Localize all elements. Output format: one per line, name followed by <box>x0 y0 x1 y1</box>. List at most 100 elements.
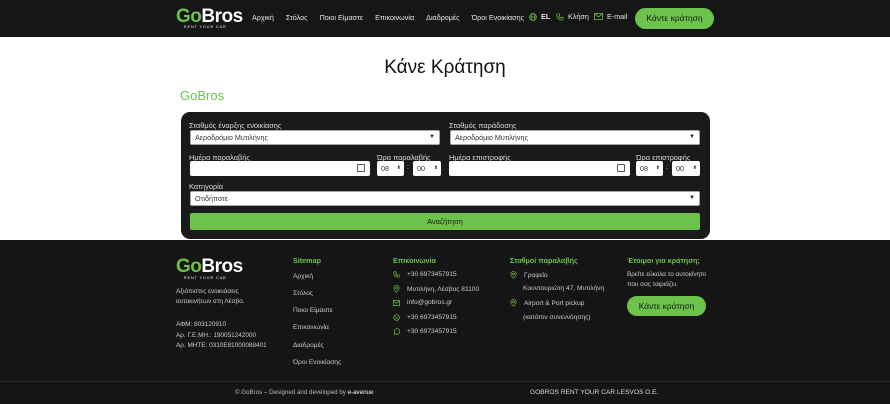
ready-text: Βρείτε εύκολα το αυτοκίνητο που σας ταιρ… <box>627 270 706 289</box>
footer-logo[interactable]: GoBros RENT YOUR CAR <box>176 257 243 280</box>
return-hour-value: 08 <box>640 164 648 173</box>
footer-link-fleet[interactable]: Στόλος <box>293 290 313 297</box>
nav-item-home[interactable]: Αρχική <box>252 13 274 22</box>
location-icon <box>393 285 400 293</box>
station-office: Γραφείο <box>510 271 548 279</box>
pickup-minute-value: 00 <box>417 164 425 173</box>
footer-link-contact[interactable]: Επικοινωνία <box>293 324 329 331</box>
afm-text: ΑΦΜ: 803120910 <box>176 321 227 328</box>
globe-icon <box>529 12 537 21</box>
top-header: GoBros RENT YOUR CAR Αρχική Στόλος Ποιοι… <box>0 0 890 37</box>
language-switcher[interactable]: EL <box>529 12 550 21</box>
contact-viber-text: +30 6973457915 <box>407 314 457 321</box>
nav-item-routes[interactable]: Διαδρομές <box>426 13 459 22</box>
main-nav: Αρχική Στόλος Ποιοι Είμαστε Επικοινωνία … <box>252 13 536 22</box>
return-hour-select[interactable]: 08 ⬍ <box>636 161 663 176</box>
brand-heading: GoBros <box>180 88 225 103</box>
pickup-station-select[interactable]: Αεροδρόμιο Μυτιλήνης ▼ <box>190 130 440 145</box>
site-logo[interactable]: GoBros RENT YOUR CAR <box>176 7 243 31</box>
return-minute-value: 00 <box>676 164 684 173</box>
gemi-text: Αρ. Γ.Ε.ΜΗ.: 190051242000 <box>176 331 256 339</box>
contact-whatsapp[interactable]: +30 6973457915 <box>393 328 457 335</box>
book-now-button[interactable]: Κάντε κράτηση <box>635 8 714 29</box>
site-footer <box>0 240 890 404</box>
dropoff-station-label: Σταθμός παράδοσης <box>449 121 517 130</box>
footer-link-about[interactable]: Ποιοι Είμαστε <box>293 307 333 314</box>
category-label: Κατηγορία <box>189 182 224 191</box>
calendar-icon <box>617 164 625 172</box>
language-label: EL <box>541 12 551 21</box>
return-date-input[interactable] <box>449 161 630 176</box>
logo-text-go: Go <box>176 6 202 27</box>
time-separator: : <box>666 164 668 171</box>
updown-icon: ⬍ <box>692 165 697 171</box>
developer-link[interactable]: e-avenue <box>348 389 374 396</box>
dropoff-station-value: Αεροδρόμιο Μυτιλήνης <box>455 133 528 142</box>
footer-link-home[interactable]: Αρχική <box>293 273 313 280</box>
call-label: Κλήση <box>568 12 589 21</box>
email-link[interactable]: E-mail <box>594 12 627 21</box>
location-icon <box>510 299 517 307</box>
chevron-down-icon: ▼ <box>689 134 695 140</box>
dropoff-station-select[interactable]: Αεροδρόμιο Μυτιλήνης ▼ <box>450 130 700 145</box>
chevron-down-icon: ▼ <box>429 134 435 140</box>
mail-icon <box>594 13 603 20</box>
company-registration: ΑΦΜ: 803120910 Αρ. Γ.Ε.ΜΗ.: 190051242000… <box>176 320 267 352</box>
location-icon <box>510 271 517 279</box>
contact-location-text: Μυτιλήνη, Λέσβος 81100 <box>407 285 480 293</box>
footer-description-line: Αξιόπιστες ενοικιάσεις <box>176 288 239 295</box>
station-office-address: Κουντουριώτη 47, Μυτιλήνη <box>523 285 605 292</box>
footer-divider <box>0 381 890 382</box>
footer-description-line: αυτοκινήτων στη Λέσβο. <box>176 297 245 305</box>
pickup-hour-value: 08 <box>381 164 389 173</box>
contact-whatsapp-text: +30 6973457915 <box>407 328 457 335</box>
pickup-minute-select[interactable]: 00 ⬍ <box>413 161 441 176</box>
phone-icon <box>556 12 564 21</box>
footer-book-now-button[interactable]: Κάντε κράτηση <box>627 296 706 316</box>
footer-description: Αξιόπιστες ενοικιάσεις αυτοκινήτων στη Λ… <box>176 287 244 306</box>
viber-icon <box>393 314 400 321</box>
return-minute-select[interactable]: 00 ⬍ <box>672 161 700 176</box>
contact-email-text: info@gobros.gr <box>407 299 453 306</box>
station-airport: Airport & Port pickup <box>510 299 584 307</box>
time-separator: : <box>407 164 409 171</box>
contact-email[interactable]: info@gobros.gr <box>393 299 452 306</box>
nav-item-about[interactable]: Ποιοι Είμαστε <box>320 13 364 22</box>
nav-item-terms[interactable]: Όροι Ενοικίασης <box>472 13 524 22</box>
sitemap-heading: Sitemap <box>293 256 321 265</box>
copyright-prefix: © GoBros – Designed and developed by <box>235 389 346 396</box>
phone-icon <box>393 271 400 278</box>
call-link[interactable]: Κλήση <box>556 12 589 21</box>
copyright-text: © GoBros – Designed and developed by e-a… <box>235 389 373 396</box>
pickup-station-value: Αεροδρόμιο Μυτιλήνης <box>195 133 268 142</box>
footer-link-terms[interactable]: Όροι Ενοικίασης <box>293 359 341 366</box>
category-value: Οτιδήποτε <box>195 194 228 203</box>
updown-icon: ⬍ <box>655 165 660 171</box>
footer-logo-text-bros: Bros <box>201 256 243 277</box>
mhte-text: Αρ. ΜΗΤΕ: 0310Ε81000088401 <box>176 342 267 349</box>
pickup-station-label: Σταθμός έναρξης ενοικίασης <box>189 121 282 130</box>
nav-item-fleet[interactable]: Στόλος <box>286 13 308 22</box>
company-name: GOBROS RENT YOUR CAR LESVOS O.E. <box>530 389 659 396</box>
footer-logo-text-go: Go <box>176 256 202 277</box>
mail-icon <box>393 299 400 306</box>
station-office-title: Γραφείο <box>524 271 548 279</box>
search-button[interactable]: Αναζήτηση <box>190 213 700 230</box>
calendar-icon <box>357 164 365 172</box>
contact-phone[interactable]: +30 6973457915 <box>393 271 457 278</box>
contact-heading: Επικοινωνία <box>393 256 436 265</box>
contact-viber[interactable]: +30 6973457915 <box>393 314 457 321</box>
footer-link-routes[interactable]: Διαδρομές <box>293 342 324 349</box>
category-select[interactable]: Οτιδήποτε ▼ <box>190 191 700 206</box>
contact-phone-text: +30 6973457915 <box>407 271 457 278</box>
stations-heading: Σταθμοί παραλαβής <box>510 256 578 265</box>
station-airport-title: Airport & Port pickup <box>524 299 585 307</box>
email-label: E-mail <box>607 12 628 21</box>
page-title: Κάνε Κράτηση <box>384 57 506 78</box>
pickup-date-input[interactable] <box>190 161 370 176</box>
ready-heading: Έτοιμοι για κράτηση; <box>627 256 700 265</box>
nav-item-contact[interactable]: Επικοινωνία <box>375 13 414 22</box>
pickup-hour-select[interactable]: 08 ⬍ <box>377 161 404 176</box>
contact-location: Μυτιλήνη, Λέσβος 81100 <box>393 285 479 293</box>
ready-text-line: που σας ταιριάζει. <box>627 280 678 288</box>
